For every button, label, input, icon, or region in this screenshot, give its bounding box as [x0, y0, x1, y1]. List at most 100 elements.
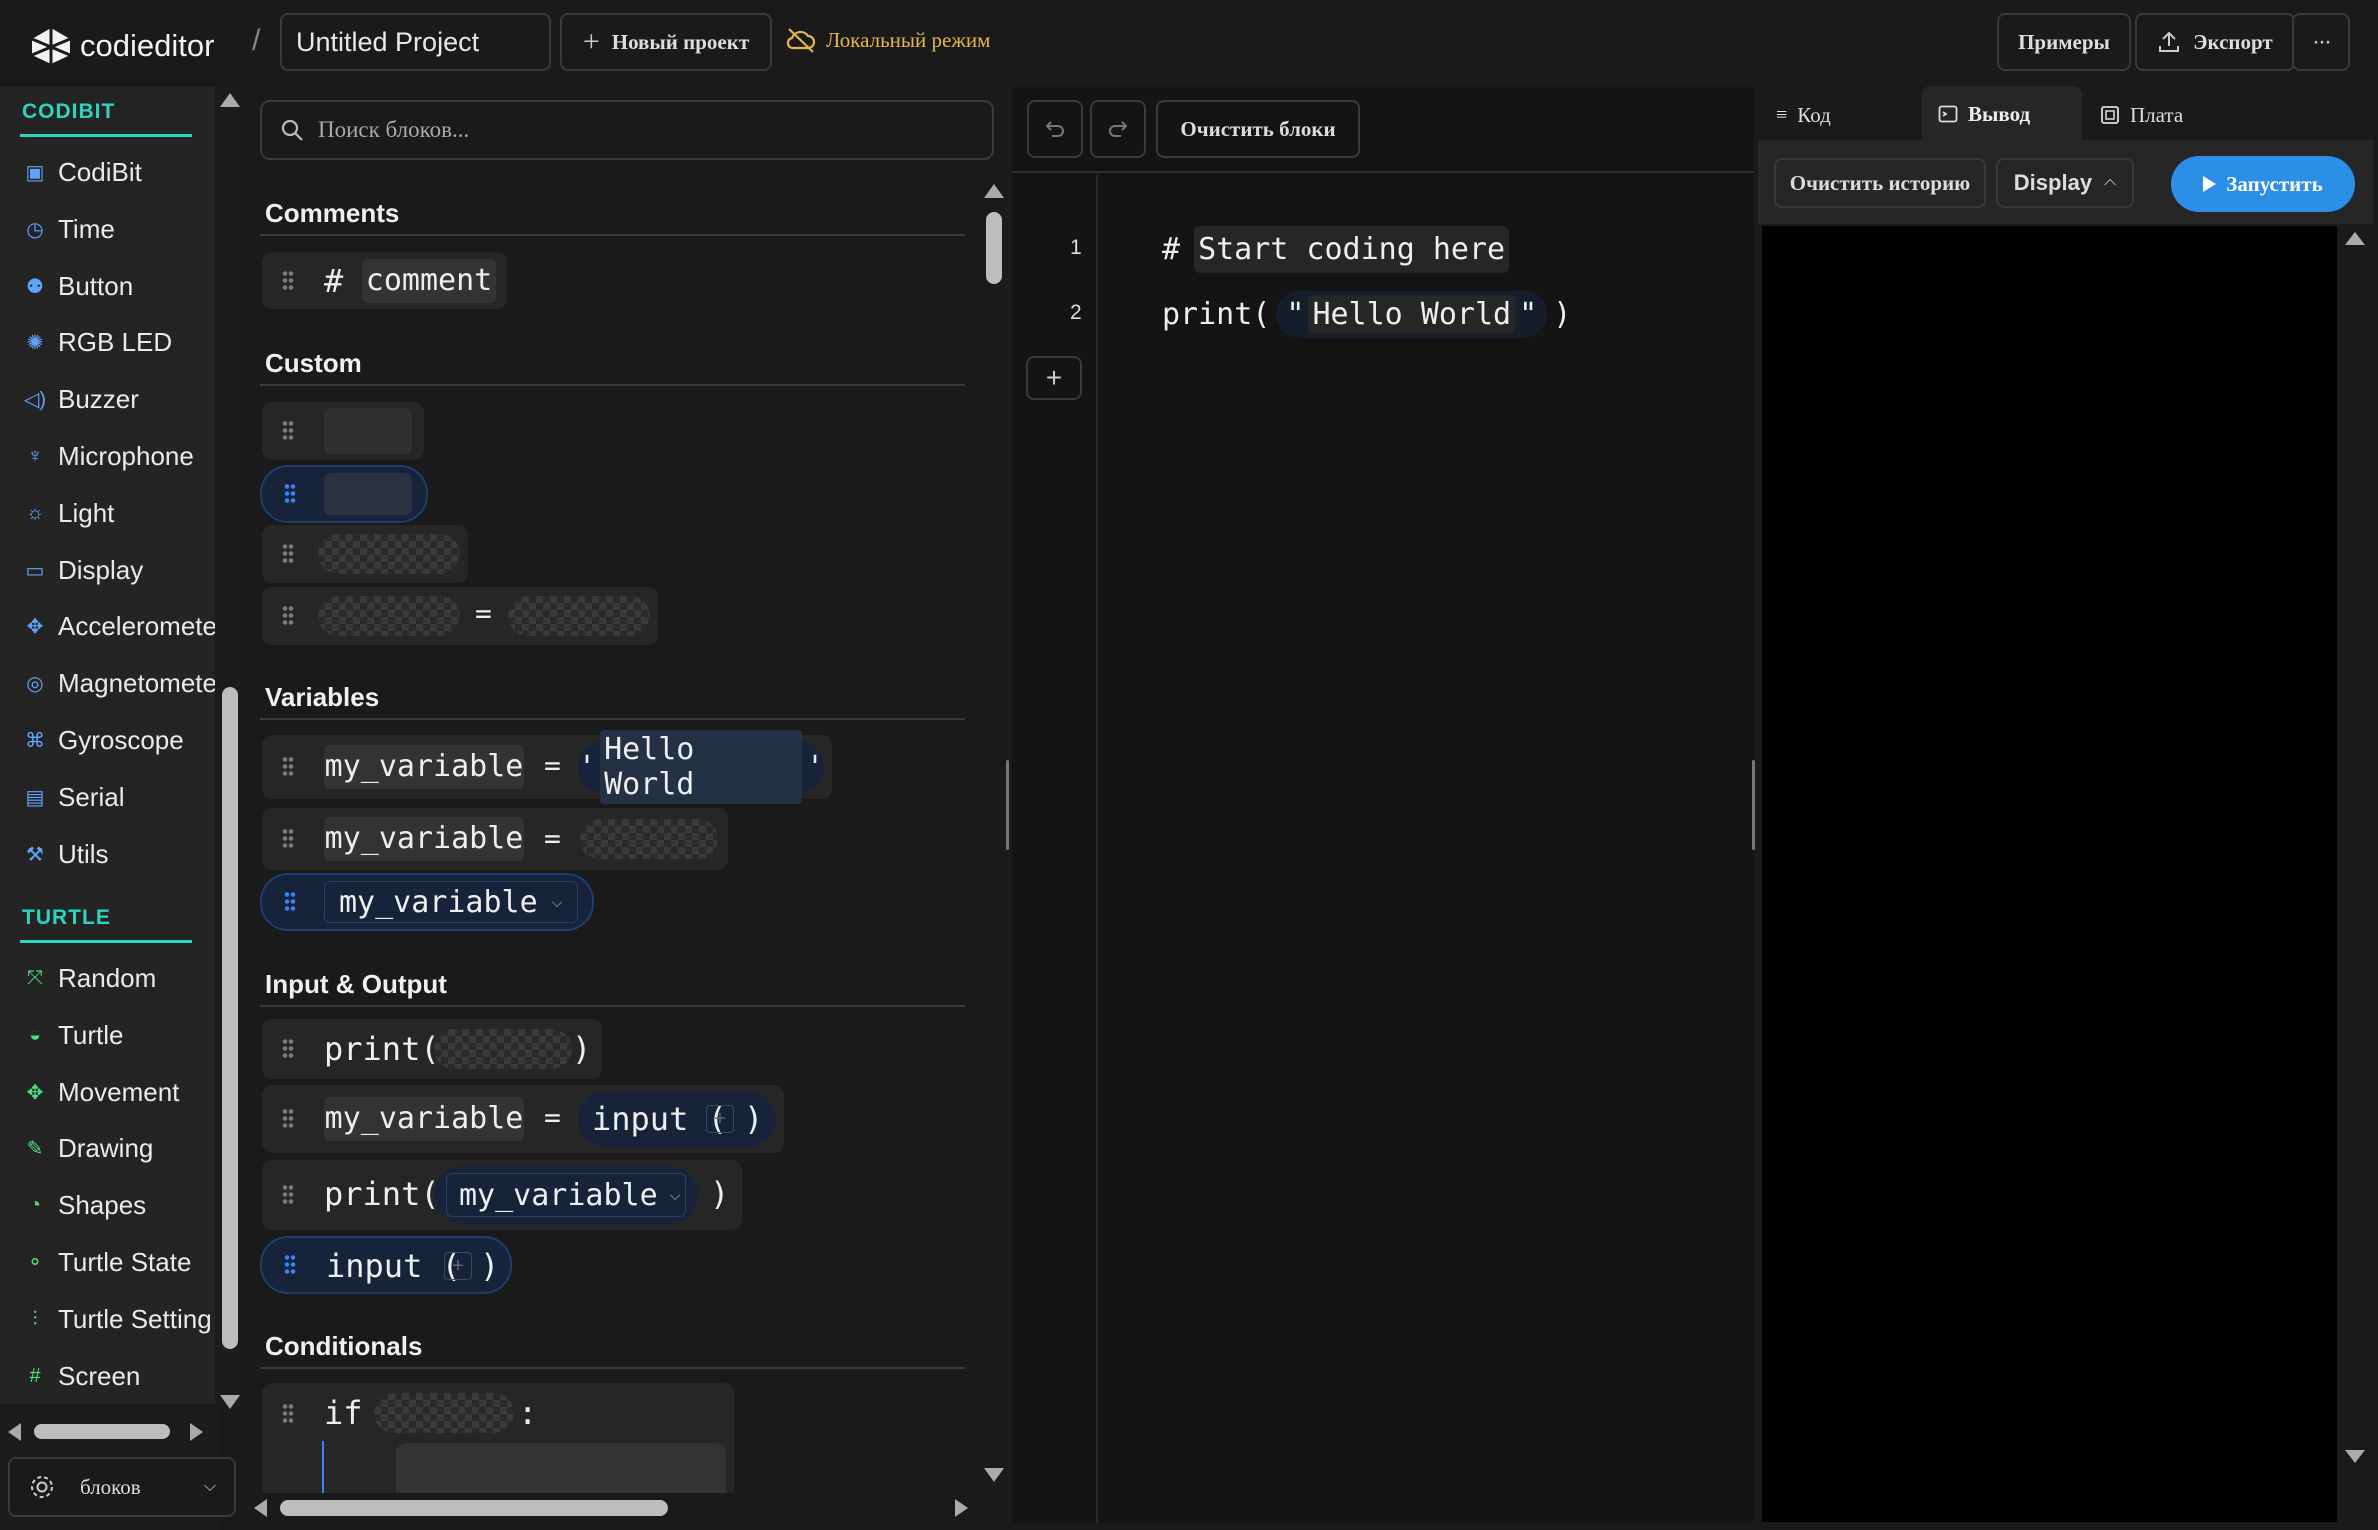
sidebar-item-shapes[interactable]: ◔ Shapes [22, 1190, 146, 1221]
custom-block-1[interactable] [262, 402, 424, 460]
run-button[interactable]: Запустить [2171, 156, 2355, 212]
comment-field[interactable]: comment [362, 259, 496, 303]
drag-handle-icon[interactable] [282, 605, 294, 627]
scroll-up-arrow[interactable] [2345, 232, 2365, 245]
sidebar-item-display[interactable]: ▭ Display [22, 555, 144, 586]
drag-handle-icon[interactable] [284, 1254, 296, 1276]
export-button[interactable]: Экспорт [2135, 13, 2295, 71]
scroll-up-arrow[interactable] [220, 93, 240, 107]
tab-board[interactable]: Плата [2092, 92, 2240, 138]
drag-handle-icon[interactable] [282, 1038, 294, 1060]
variable-getter[interactable]: my_variable ⌵ [434, 1166, 698, 1224]
sidebar-item-utils[interactable]: ⚒ Utils [22, 839, 109, 870]
sidebar-item-codibit[interactable]: ▣ CodiBit [22, 157, 142, 188]
more-button[interactable]: ··· [2292, 13, 2350, 71]
scroll-thumb[interactable] [222, 687, 238, 1349]
variable-dropdown[interactable]: my_variable ⌵ [446, 1173, 686, 1217]
empty-value-slot[interactable] [434, 1029, 572, 1069]
resize-handle[interactable] [1006, 760, 1009, 850]
empty-value-slot[interactable] [318, 596, 460, 636]
empty-slot[interactable] [324, 408, 412, 454]
sidebar-item-magnetomete[interactable]: ◎ Magnetomete [22, 668, 215, 699]
variable-name-field[interactable]: my_variable [324, 1097, 524, 1141]
blocks-mode-select[interactable]: блоков ⌵ [8, 1457, 236, 1517]
drag-handle-icon[interactable] [282, 543, 294, 565]
sidebar-item-button[interactable]: ⚉ Button [22, 271, 133, 302]
display-dropdown[interactable]: Display ⌵ [1996, 158, 2134, 208]
custom-block-3[interactable] [262, 525, 468, 583]
empty-value-slot[interactable] [580, 819, 718, 859]
drag-handle-icon[interactable] [282, 756, 294, 778]
drag-handle-icon[interactable] [282, 270, 294, 292]
sidebar-item-drawing[interactable]: ✎ Drawing [22, 1133, 154, 1164]
sidebar-item-screen[interactable]: # Screen [22, 1361, 140, 1392]
local-mode-indicator[interactable]: Локальный режим [786, 26, 990, 54]
variable-getter-block[interactable]: my_variable ⌵ [260, 873, 594, 931]
add-line-button[interactable]: + [1026, 356, 1082, 400]
add-argument-button[interactable]: + [706, 1105, 734, 1133]
sidebar-scrollbar[interactable] [220, 87, 240, 1409]
custom-block-2[interactable] [260, 465, 428, 523]
drag-handle-icon[interactable] [282, 420, 294, 442]
print-variable-block[interactable]: print( my_variable ⌵ ) [262, 1160, 742, 1230]
print-block[interactable]: print( ) [262, 1019, 602, 1079]
sidebar-item-serial[interactable]: ▤ Serial [22, 782, 125, 813]
input-assign-block[interactable]: my_variable = input ( + ) [262, 1085, 784, 1153]
block-search[interactable] [260, 100, 994, 160]
scroll-down-arrow[interactable] [220, 1395, 240, 1409]
comment-block[interactable]: # comment [262, 252, 507, 309]
drag-handle-icon[interactable] [282, 1403, 294, 1425]
sidebar-item-random[interactable]: ⤧ Random [22, 963, 156, 994]
custom-assign-block[interactable]: = [262, 587, 658, 645]
drag-handle-icon[interactable] [284, 891, 296, 913]
drag-handle-icon[interactable] [284, 483, 296, 505]
sidebar-item-movement[interactable]: ✥ Movement [22, 1077, 180, 1108]
sidebar-item-time[interactable]: ◷ Time [22, 214, 115, 245]
sidebar-item-light[interactable]: ☼ Light [22, 498, 115, 529]
project-name-field[interactable]: Untitled Project [280, 13, 551, 71]
output-console[interactable] [1762, 226, 2337, 1522]
empty-slot[interactable] [324, 473, 412, 515]
sidebar-item-buzzer[interactable]: ◁) Buzzer [22, 384, 139, 415]
drag-handle-icon[interactable] [282, 828, 294, 850]
redo-button[interactable] [1090, 100, 1146, 158]
console-scrollbar[interactable] [2340, 226, 2370, 1522]
scroll-thumb[interactable] [986, 212, 1002, 284]
scroll-right-arrow[interactable] [190, 1423, 203, 1441]
code-line-2[interactable]: print( " Hello World " ) [1162, 291, 1571, 338]
input-call[interactable]: input ( + ) [578, 1091, 776, 1147]
string-value[interactable]: ' Hello World ' [578, 730, 824, 804]
hscroll-thumb[interactable] [34, 1424, 170, 1439]
sidebar-item-turtle[interactable]: ◒ Turtle [22, 1020, 124, 1051]
drag-handle-icon[interactable] [282, 1108, 294, 1130]
resize-handle[interactable] [1752, 760, 1755, 850]
new-project-button[interactable]: + Новый проект [560, 13, 772, 71]
variable-name-field[interactable]: my_variable [324, 817, 524, 861]
palette-hscroll[interactable] [250, 1494, 978, 1522]
condition-slot[interactable] [374, 1393, 514, 1433]
sidebar-item-rgb-led[interactable]: ✺ RGB LED [22, 327, 173, 358]
scroll-left-arrow[interactable] [254, 1499, 267, 1517]
hscroll-thumb[interactable] [280, 1500, 668, 1516]
undo-button[interactable] [1027, 100, 1083, 158]
variable-name-field[interactable]: my_variable [324, 745, 524, 789]
variable-dropdown[interactable]: my_variable ⌵ [324, 881, 578, 923]
empty-value-slot[interactable] [508, 596, 650, 636]
assign-string-block[interactable]: my_variable = ' Hello World ' [262, 730, 832, 804]
code-line-1[interactable]: # Start coding here [1162, 226, 1510, 273]
sidebar-item-microphone[interactable]: ♆ Microphone [22, 441, 194, 472]
search-input[interactable] [318, 117, 958, 143]
sidebar-hscroll[interactable] [0, 1418, 215, 1444]
tab-output[interactable]: Вывод [1922, 86, 2082, 142]
sidebar-item-gyroscope[interactable]: ⌘ Gyroscope [22, 725, 184, 756]
clear-history-button[interactable]: Очистить историю [1774, 158, 1986, 208]
add-argument-button[interactable]: + [444, 1252, 472, 1280]
scroll-down-arrow[interactable] [2345, 1450, 2365, 1463]
scroll-down-arrow[interactable] [984, 1468, 1004, 1482]
sidebar-item-acceleromete[interactable]: ✥ Acceleromete [22, 611, 215, 642]
scroll-left-arrow[interactable] [8, 1423, 21, 1441]
scroll-right-arrow[interactable] [955, 1499, 968, 1517]
comment-text[interactable]: Start coding here [1194, 226, 1510, 273]
input-block[interactable]: input ( + ) [260, 1236, 512, 1294]
body-slot[interactable] [396, 1443, 726, 1493]
